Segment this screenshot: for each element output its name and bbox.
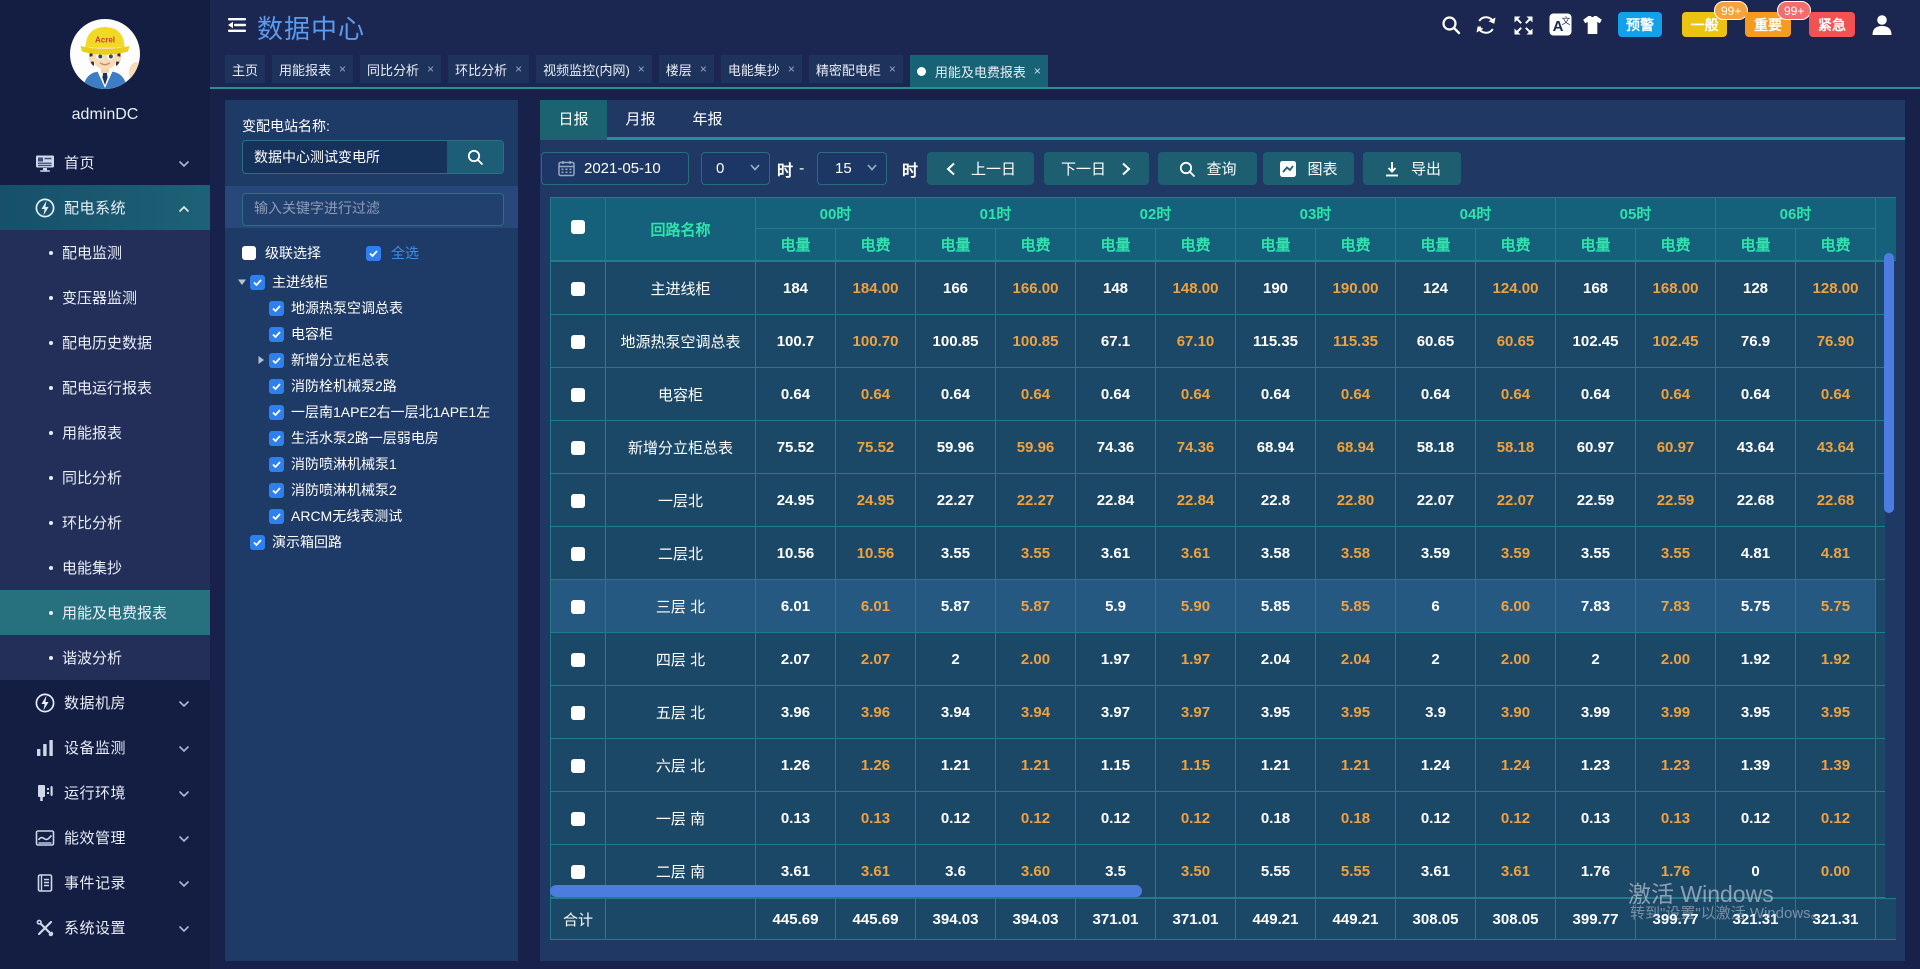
svg-text:Acrel: Acrel	[95, 36, 115, 45]
svg-text:文: 文	[1561, 15, 1570, 26]
